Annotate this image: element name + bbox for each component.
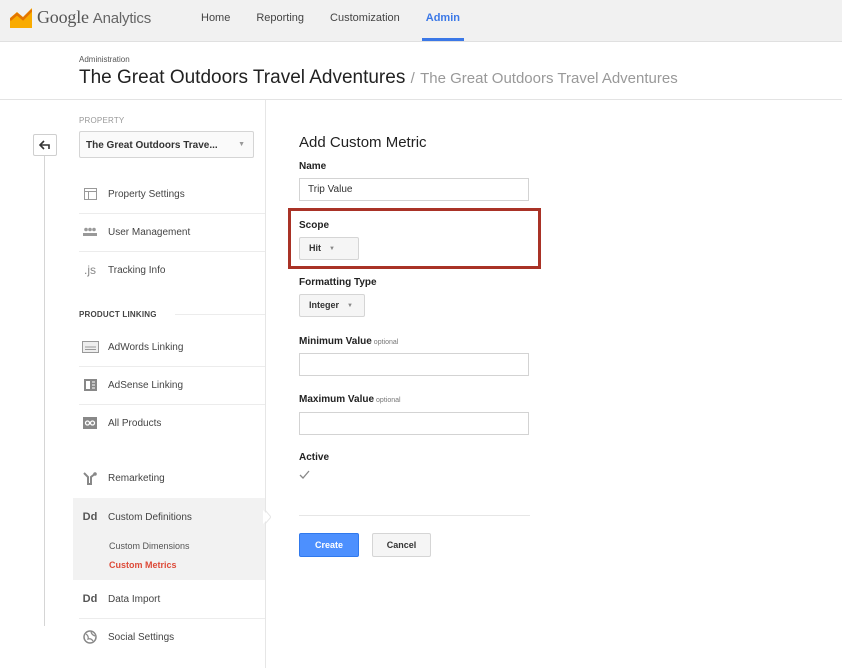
sidebar-item-label: AdSense Linking: [108, 379, 184, 391]
sidebar-item-label: User Management: [108, 226, 191, 238]
sidebar-item-all-products[interactable]: All Products: [73, 404, 266, 442]
sidebar-item-label: Remarketing: [108, 472, 165, 484]
sidebar-item-label: Custom Definitions: [108, 511, 192, 523]
back-button[interactable]: [33, 134, 57, 156]
users-icon: [81, 225, 99, 239]
top-bar: Google Analytics Home Reporting Customiza…: [0, 0, 842, 42]
name-label: Name: [299, 161, 327, 172]
nav-customization[interactable]: Customization: [330, 12, 400, 41]
product-linking-label: PRODUCT LINKING: [79, 310, 157, 319]
chevron-down-icon: ▼: [238, 141, 245, 148]
chevron-down-icon: ▼: [347, 302, 353, 309]
analytics-logo-icon: [10, 8, 32, 28]
scope-highlight-box: [288, 208, 541, 269]
back-arrow-icon: [39, 140, 50, 150]
sidebar-item-social-settings[interactable]: Social Settings: [73, 618, 266, 656]
formatting-type-label: Formatting Type: [299, 277, 377, 288]
property-selector[interactable]: The Great Outdoors Trave... ▼: [79, 131, 254, 158]
sidebar-item-label: All Products: [108, 417, 162, 429]
logo-word: Google: [37, 6, 89, 27]
sidebar-item-user-management[interactable]: User Management: [73, 213, 266, 251]
remarketing-icon: [81, 471, 99, 485]
minimum-value-field[interactable]: [299, 353, 529, 376]
sidebar-item-label: AdWords Linking: [108, 341, 184, 353]
sidebar-item-adsense-linking[interactable]: AdSense Linking: [73, 366, 266, 404]
page-title: The Great Outdoors Travel Adventures / T…: [79, 67, 678, 89]
sidebar-border: [265, 100, 266, 668]
formatting-type-value: Integer: [309, 300, 340, 310]
google-analytics-logo[interactable]: Google Analytics: [10, 6, 151, 28]
active-label: Active: [299, 452, 330, 463]
maximum-value-label: Maximum Value optional: [299, 394, 401, 405]
maximum-value-field[interactable]: [299, 412, 529, 435]
active-checkbox[interactable]: [299, 470, 311, 482]
property-settings-icon: [81, 187, 99, 201]
formatting-type-dropdown[interactable]: Integer ▼: [299, 294, 365, 317]
create-button[interactable]: Create: [299, 533, 359, 557]
title-separator: /: [410, 70, 415, 87]
checkmark-icon: [299, 470, 310, 479]
account-name: The Great Outdoors Travel Adventures: [79, 67, 406, 88]
property-selector-value: The Great Outdoors Trave...: [86, 140, 218, 151]
active-section-pointer: [263, 510, 271, 524]
minimum-value-label-text: Minimum Value: [299, 336, 372, 347]
sidebar-item-label: Data Import: [108, 593, 161, 605]
main-nav: Home Reporting Customization Admin: [201, 12, 486, 41]
nav-home[interactable]: Home: [201, 12, 230, 41]
sidebar-item-label: Tracking Info: [108, 264, 166, 276]
sidebar-item-data-import[interactable]: Dd Data Import: [73, 580, 266, 618]
sidebar-item-property-settings[interactable]: Property Settings: [73, 175, 266, 213]
nav-admin[interactable]: Admin: [421, 12, 465, 41]
breadcrumb: Administration: [79, 55, 130, 64]
sidebar-item-custom-definitions[interactable]: Dd Custom Definitions: [73, 498, 266, 536]
property-sidebar: PROPERTY The Great Outdoors Trave... ▼ P…: [73, 100, 266, 668]
sidebar-item-label: Social Settings: [108, 631, 175, 643]
property-label: PROPERTY: [79, 116, 125, 125]
optional-hint: optional: [376, 397, 401, 404]
social-icon: [81, 630, 99, 644]
divider: [175, 314, 266, 315]
logo-product: Analytics: [92, 9, 152, 27]
form-divider: [299, 515, 530, 516]
sidebar-item-label: Property Settings: [108, 188, 185, 200]
all-products-icon: [81, 416, 99, 430]
sidebar-subitem-custom-metrics[interactable]: Custom Metrics: [109, 560, 177, 570]
sidebar-subitem-custom-dimensions[interactable]: Custom Dimensions: [109, 541, 190, 551]
nav-reporting[interactable]: Reporting: [256, 12, 304, 41]
form-title: Add Custom Metric: [299, 134, 427, 151]
optional-hint: optional: [373, 339, 399, 346]
timeline-line: [44, 156, 45, 626]
sidebar-item-adwords-linking[interactable]: AdWords Linking: [73, 328, 266, 366]
adsense-icon: [81, 378, 99, 392]
cancel-button[interactable]: Cancel: [372, 533, 431, 557]
sidebar-item-tracking-info[interactable]: .js Tracking Info: [73, 251, 266, 289]
adwords-icon: [81, 340, 99, 354]
js-icon: .js: [84, 263, 96, 277]
maximum-value-label-text: Maximum Value: [299, 394, 375, 405]
dd-icon: Dd: [82, 511, 98, 523]
property-name: The Great Outdoors Travel Adventures: [420, 70, 678, 87]
minimum-value-label: Minimum Value optional: [299, 336, 398, 347]
name-field[interactable]: [299, 178, 529, 201]
sidebar-item-remarketing[interactable]: Remarketing: [73, 459, 266, 497]
dd-icon: Dd: [82, 593, 98, 605]
